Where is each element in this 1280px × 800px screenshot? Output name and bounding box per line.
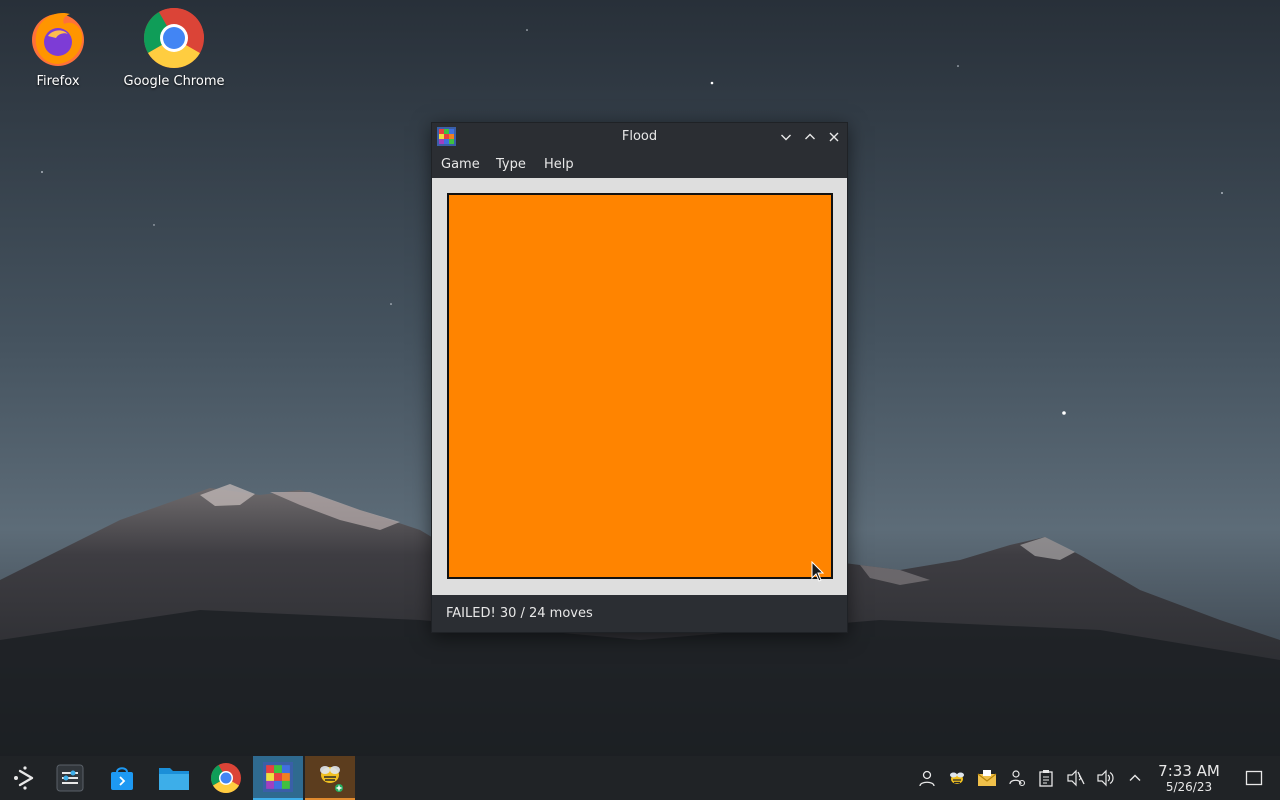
bug-icon — [950, 772, 964, 784]
digital-clock[interactable]: 7:33 AM 5/26/23 — [1150, 762, 1228, 795]
tray-user[interactable] — [917, 768, 937, 788]
taskbar-discover[interactable] — [97, 756, 147, 800]
tray-volume[interactable] — [1096, 768, 1116, 788]
taskbar-system-settings[interactable] — [45, 756, 95, 800]
taskbar-file-manager[interactable] — [149, 756, 199, 800]
file-manager-icon — [159, 768, 189, 790]
kbugbuster-icon — [320, 766, 343, 792]
desktop-icon-firefox[interactable]: Firefox — [3, 6, 113, 89]
clock-date: 5/26/23 — [1165, 780, 1213, 794]
taskbar-chrome[interactable] — [201, 756, 251, 800]
user-icon — [919, 770, 935, 787]
desktop-icon-label: Google Chrome — [123, 74, 225, 89]
close-button[interactable] — [825, 128, 843, 146]
application-launcher-icon — [14, 766, 34, 790]
window-titlebar[interactable]: Flood — [432, 123, 847, 151]
menu-game[interactable]: Game — [441, 157, 480, 172]
chevron-up-icon — [805, 133, 815, 140]
tray-bug[interactable] — [947, 768, 967, 788]
status-text: FAILED! 30 / 24 moves — [446, 606, 593, 621]
chrome-icon — [142, 6, 206, 70]
show-desktop-icon — [1245, 770, 1263, 786]
tray-mail[interactable] — [977, 768, 997, 788]
taskbar: 7:33 AM 5/26/23 — [0, 756, 1280, 800]
status-bar: FAILED! 30 / 24 moves — [432, 595, 847, 632]
flood-app-icon — [263, 762, 293, 792]
desktop-icon-label: Firefox — [36, 74, 80, 89]
mouse-cursor-icon — [811, 561, 825, 582]
desktop-icon-google-chrome[interactable]: Google Chrome — [119, 6, 229, 89]
tray-expand[interactable] — [1125, 768, 1145, 788]
mail-icon — [977, 770, 997, 786]
taskbar-kbugbuster[interactable] — [305, 756, 355, 800]
firefox-icon — [26, 6, 90, 70]
clipboard-icon — [1039, 770, 1053, 787]
maximize-button[interactable] — [801, 128, 819, 146]
menu-help[interactable]: Help — [544, 157, 574, 172]
game-board[interactable] — [449, 195, 831, 577]
volume-icon — [1097, 769, 1114, 787]
close-icon — [829, 132, 839, 142]
chevron-down-icon — [781, 134, 791, 141]
chrome-icon — [210, 763, 241, 794]
system-settings-icon — [56, 764, 84, 792]
mute-icon — [1067, 769, 1085, 787]
expand-tray-icon — [1129, 774, 1141, 781]
tray-mute[interactable] — [1066, 768, 1086, 788]
tray-network-users[interactable] — [1007, 768, 1027, 788]
tray-clipboard[interactable] — [1036, 768, 1056, 788]
game-board-frame — [447, 193, 833, 579]
discover-store-icon — [111, 767, 133, 790]
clock-time: 7:33 AM — [1158, 762, 1220, 780]
network-users-icon — [1009, 770, 1026, 787]
menu-bar: Game Type Help — [432, 151, 847, 178]
application-launcher-button[interactable] — [0, 756, 50, 800]
show-desktop-button[interactable] — [1244, 768, 1264, 788]
menu-type[interactable]: Type — [496, 157, 526, 172]
flood-window: Flood Game Type Help FAILED! 30 / 24 mov… — [431, 122, 848, 633]
minimize-button[interactable] — [777, 128, 795, 146]
taskbar-flood[interactable] — [253, 756, 303, 800]
